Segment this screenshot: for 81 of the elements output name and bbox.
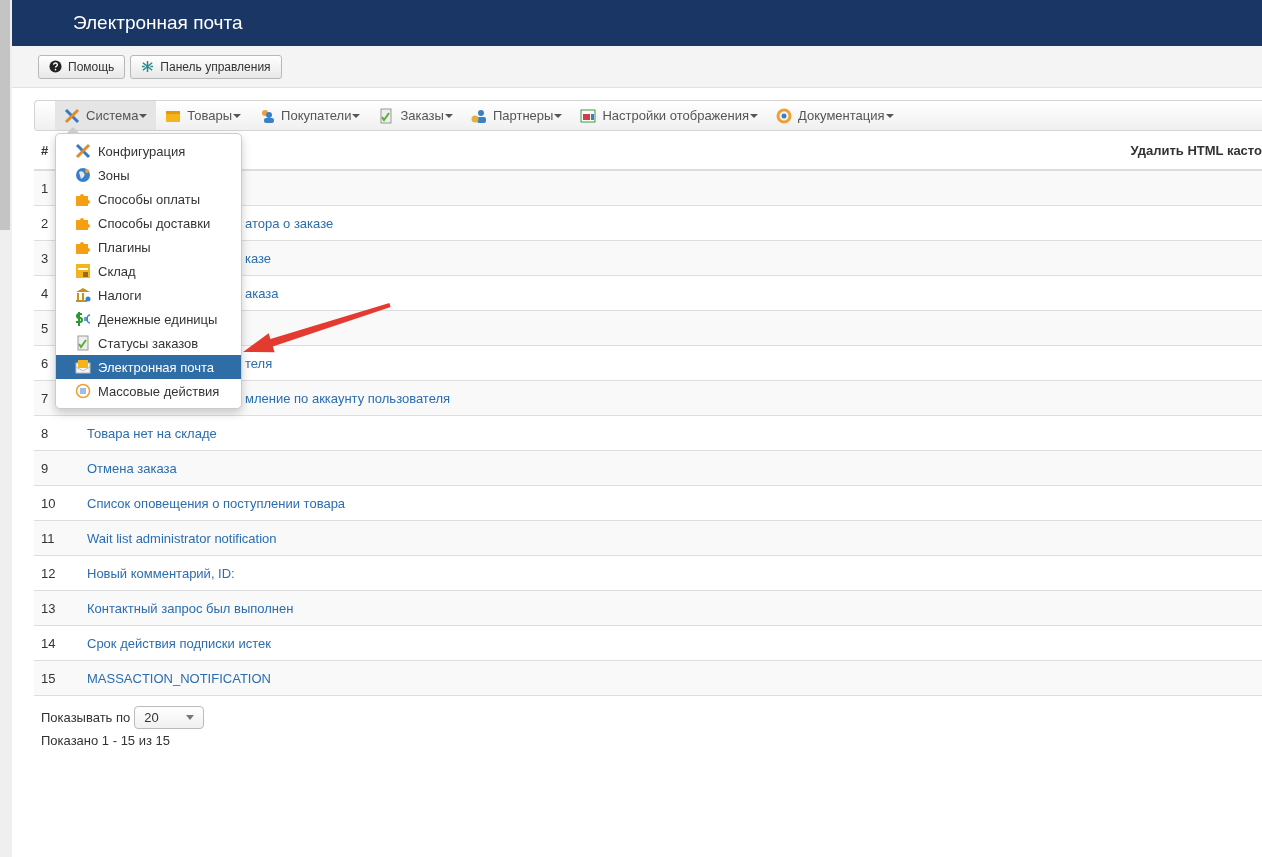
bank-icon xyxy=(75,287,91,303)
toolbar-button[interactable]: Помощь xyxy=(38,54,126,79)
toolbar-button[interactable]: Панель управления xyxy=(130,54,282,79)
dropdown-item[interactable]: Денежные единицы xyxy=(56,307,241,331)
dropdown-item[interactable]: Способы доставки xyxy=(56,211,241,235)
menu-item[interactable]: Система xyxy=(55,101,157,130)
puzzle-icon xyxy=(75,191,91,207)
currency-icon xyxy=(75,311,91,327)
asterisk-icon xyxy=(141,60,155,73)
email-template-link[interactable]: казе xyxy=(245,250,272,266)
menu-item[interactable]: Партнеры xyxy=(461,101,572,130)
email-template-link[interactable]: теля xyxy=(245,355,273,371)
page-title: Электронная почта xyxy=(73,12,243,34)
dropdown-item[interactable]: Конфигурация xyxy=(56,139,241,163)
tools-icon xyxy=(75,143,91,159)
row-number: 14 xyxy=(40,635,57,651)
column-header: # xyxy=(40,142,50,158)
menu-item[interactable]: Настройки отображения xyxy=(571,101,768,130)
email-template-link[interactable]: Wait list administrator notification xyxy=(87,530,277,546)
row-number: 13 xyxy=(40,600,57,616)
row-number: 3 xyxy=(40,250,50,266)
users-icon xyxy=(259,107,276,124)
dropdown-item[interactable]: Электронная почта xyxy=(56,355,241,379)
email-template-link[interactable]: атора о заказе xyxy=(245,215,334,231)
window-icon xyxy=(580,107,597,124)
email-template-link[interactable]: Отмена заказа xyxy=(87,460,177,476)
email-template-link[interactable]: Новый комментарий, ID: xyxy=(87,565,235,581)
menu-item[interactable]: Документация xyxy=(767,101,903,130)
tools-icon xyxy=(64,107,80,124)
dropdown-item[interactable]: Статусы заказов xyxy=(56,331,241,355)
email-template-link[interactable]: Товара нет на складе xyxy=(87,425,217,441)
checklist-icon xyxy=(378,107,395,124)
dropdown-item[interactable]: Способы оплаты xyxy=(56,187,241,211)
dropdown-item[interactable]: Плагины xyxy=(56,235,241,259)
page-size-select[interactable]: 20 xyxy=(134,706,205,729)
row-number: 4 xyxy=(40,285,50,301)
dropdown-item[interactable]: Налоги xyxy=(56,283,241,307)
email-template-link[interactable]: мление по аккаунту пользователя xyxy=(245,390,451,406)
email-template-link[interactable]: Контактный запрос был выполнен xyxy=(87,600,294,616)
menu-item[interactable]: Товары xyxy=(156,101,251,130)
caret-icon xyxy=(444,113,453,118)
row-number: 7 xyxy=(40,390,50,406)
row-number: 8 xyxy=(40,425,50,441)
help-icon xyxy=(49,60,62,73)
column-header: Удалить HTML касто xyxy=(1130,142,1262,158)
menu-item[interactable]: Покупатели xyxy=(250,101,370,130)
caret-icon xyxy=(554,113,563,118)
menu-item[interactable]: Заказы xyxy=(369,101,462,130)
email-template-link[interactable]: аказа xyxy=(245,285,279,301)
caret-icon xyxy=(233,113,242,118)
row-number: 9 xyxy=(40,460,50,476)
scrollbar-thumb[interactable] xyxy=(0,0,10,230)
caret-icon xyxy=(352,113,361,118)
checklist-icon xyxy=(75,335,91,351)
page-size-label: Показывать по xyxy=(41,710,131,725)
puzzle-icon xyxy=(75,215,91,231)
row-number: 6 xyxy=(40,355,50,371)
row-number: 12 xyxy=(40,565,57,581)
dropdown-item[interactable]: Массовые действия xyxy=(56,379,241,403)
puzzle-icon xyxy=(75,239,91,255)
caret-icon xyxy=(885,113,894,118)
row-number: 2 xyxy=(40,215,50,231)
results-summary: Показано 1 - 15 из 15 xyxy=(41,733,171,748)
row-number: 11 xyxy=(40,530,56,546)
row-number: 15 xyxy=(40,670,57,686)
partners-icon xyxy=(470,107,487,124)
row-number: 1 xyxy=(40,180,50,196)
warehouse-icon xyxy=(75,263,91,279)
lifebuoy-icon xyxy=(776,107,793,124)
caret-icon xyxy=(139,113,148,118)
row-number: 5 xyxy=(40,320,50,336)
email-template-link[interactable]: MASSACTION_NOTIFICATION xyxy=(87,670,271,686)
row-number: 10 xyxy=(40,495,57,511)
dropdown-item[interactable]: Склад xyxy=(56,259,241,283)
email-template-link[interactable]: Список оповещения о поступлении товара xyxy=(87,495,346,511)
globe-icon xyxy=(75,167,91,183)
caret-icon xyxy=(186,715,195,720)
caret-icon xyxy=(750,113,759,118)
dropdown-item[interactable]: Зоны xyxy=(56,163,241,187)
envelope-icon xyxy=(75,359,91,375)
email-template-link[interactable]: Срок действия подписки истек xyxy=(87,635,271,651)
